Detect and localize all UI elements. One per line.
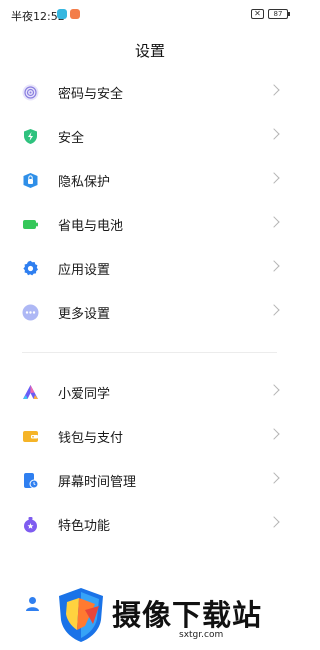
settings-group-2: 小爱同学 钱包与支付 屏幕时间管理 特色功能 bbox=[0, 370, 300, 546]
settings-item-features[interactable]: 特色功能 bbox=[0, 502, 300, 546]
settings-item-label: 应用设置 bbox=[58, 263, 111, 278]
battery-icon: 87 bbox=[268, 9, 290, 19]
settings-item-app-settings[interactable]: 应用设置 bbox=[0, 246, 300, 290]
settings-item-label: 屏幕时间管理 bbox=[58, 475, 137, 490]
settings-item-label: 省电与电池 bbox=[58, 219, 124, 234]
page-title: 设置 bbox=[134, 42, 165, 60]
fingerprint-icon bbox=[22, 84, 39, 101]
privacy-icon bbox=[22, 172, 39, 189]
settings-item-label: 更多设置 bbox=[58, 307, 111, 322]
chevron-right-icon bbox=[268, 216, 280, 228]
gear-icon bbox=[22, 260, 39, 277]
settings-item-label: 钱包与支付 bbox=[58, 431, 124, 446]
status-bar: 半夜12:52 ✕ 87 bbox=[0, 0, 300, 28]
xiaoai-icon bbox=[22, 384, 39, 401]
settings-item-label: 小爱同学 bbox=[58, 387, 111, 402]
features-icon bbox=[22, 516, 39, 533]
chevron-right-icon bbox=[268, 260, 280, 272]
user-icon[interactable] bbox=[25, 596, 40, 616]
shield-bolt-icon bbox=[22, 128, 39, 145]
settings-item-label: 隐私保护 bbox=[58, 175, 111, 190]
chevron-right-icon bbox=[268, 172, 280, 184]
more-dots-icon bbox=[22, 304, 39, 321]
chevron-right-icon bbox=[268, 128, 280, 140]
close-box-icon: ✕ bbox=[251, 9, 264, 19]
watermark-text: 摄像下载站 bbox=[112, 598, 263, 632]
chevron-right-icon bbox=[268, 516, 280, 528]
wallet-icon bbox=[22, 428, 39, 445]
settings-item-label: 密码与安全 bbox=[58, 87, 124, 102]
app-notification-icon bbox=[57, 9, 67, 19]
settings-group-1: 密码与安全 安全 隐私保护 省电与电池 应用设置 更多设置 bbox=[0, 70, 300, 334]
chevron-right-icon bbox=[268, 384, 280, 396]
watermark: 摄像下载站 sxtgr.com bbox=[55, 584, 295, 646]
settings-item-wallet[interactable]: 钱包与支付 bbox=[0, 414, 300, 458]
settings-item-password-security[interactable]: 密码与安全 bbox=[0, 70, 300, 114]
chevron-right-icon bbox=[268, 428, 280, 440]
settings-item-security[interactable]: 安全 bbox=[0, 114, 300, 158]
settings-item-screen-time[interactable]: 屏幕时间管理 bbox=[0, 458, 300, 502]
settings-item-xiaoai[interactable]: 小爱同学 bbox=[0, 370, 300, 414]
app-notification-icon-2 bbox=[70, 9, 80, 19]
watermark-url: sxtgr.com bbox=[179, 630, 224, 640]
screen-time-icon bbox=[22, 472, 39, 489]
settings-item-more-settings[interactable]: 更多设置 bbox=[0, 290, 300, 334]
settings-item-privacy[interactable]: 隐私保护 bbox=[0, 158, 300, 202]
watermark-logo-icon bbox=[59, 588, 103, 642]
settings-item-label: 安全 bbox=[58, 131, 85, 146]
battery-icon bbox=[22, 216, 39, 233]
settings-item-label: 特色功能 bbox=[58, 519, 111, 534]
section-divider bbox=[22, 352, 277, 353]
chevron-right-icon bbox=[268, 472, 280, 484]
chevron-right-icon bbox=[268, 84, 280, 96]
settings-item-battery[interactable]: 省电与电池 bbox=[0, 202, 300, 246]
chevron-right-icon bbox=[268, 304, 280, 316]
